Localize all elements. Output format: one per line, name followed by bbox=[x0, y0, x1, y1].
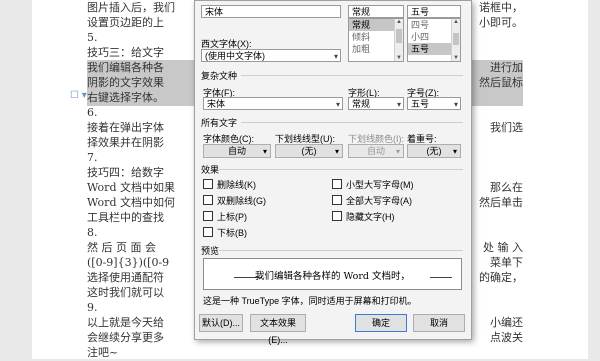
checkbox-icon[interactable] bbox=[332, 211, 342, 221]
document-line-right: 小即可。 bbox=[479, 16, 523, 29]
style-input[interactable]: 常规 bbox=[348, 5, 404, 18]
chevron-down-icon: ▾ bbox=[262, 147, 267, 156]
checkbox-icon[interactable] bbox=[203, 227, 213, 237]
checkbox-icon[interactable] bbox=[332, 195, 342, 205]
chevron-down-icon: ▾ bbox=[335, 100, 340, 109]
effect-label: 隐藏文字(H) bbox=[346, 212, 395, 222]
scroll-down-icon[interactable]: ▼ bbox=[395, 55, 403, 61]
document-line-right: 点波关 bbox=[490, 331, 523, 344]
default-button[interactable]: 默认(D)... bbox=[199, 314, 243, 332]
effect-label: 小型大写字母(M) bbox=[346, 180, 414, 190]
effects-heading: 效果 bbox=[201, 165, 220, 175]
emphasis-value: (无) bbox=[426, 146, 442, 156]
section-divider bbox=[241, 122, 463, 123]
preview-underline bbox=[430, 277, 452, 278]
all-text-heading: 所有文字 bbox=[201, 118, 238, 128]
font-color-select[interactable]: 自动 ▾ bbox=[203, 144, 271, 158]
preview-heading: 预览 bbox=[201, 246, 220, 256]
chevron-down-icon: ▾ bbox=[453, 100, 458, 109]
text-effects-button[interactable]: 文本效果(E)... bbox=[250, 314, 306, 345]
complex-style-value: 常规 bbox=[352, 99, 371, 109]
effect-checkbox[interactable]: 双删除线(G) bbox=[203, 195, 266, 207]
western-font-select[interactable]: (使用中文字体) ▾ bbox=[201, 49, 341, 62]
chinese-font-input[interactable]: 宋体 bbox=[201, 5, 341, 18]
size-listbox[interactable]: 四号 小四 五号 ▲ ▼ bbox=[407, 18, 461, 62]
underline-color-value: 自动 bbox=[366, 146, 385, 156]
chevron-down-icon: ▾ bbox=[333, 52, 338, 61]
effect-checkbox[interactable]: 删除线(K) bbox=[203, 179, 256, 191]
chevron-down-icon: ▾ bbox=[395, 147, 400, 156]
effect-label: 双删除线(G) bbox=[217, 196, 266, 206]
chevron-down-icon: ▾ bbox=[452, 147, 457, 156]
underline-type-value: (无) bbox=[301, 146, 317, 156]
effect-checkbox[interactable]: 全部大写字母(A) bbox=[332, 195, 412, 207]
document-line-right: 那么在 bbox=[490, 181, 523, 194]
ok-button[interactable]: 确定 bbox=[355, 314, 407, 332]
complex-script-heading: 复杂文种 bbox=[201, 71, 238, 81]
effect-label: 全部大写字母(A) bbox=[346, 196, 412, 206]
complex-size-select[interactable]: 五号 ▾ bbox=[407, 97, 461, 110]
document-line-right: 菜单下 bbox=[490, 256, 523, 269]
size-input[interactable]: 五号 bbox=[407, 5, 461, 18]
effect-checkbox[interactable]: 上标(P) bbox=[203, 211, 247, 223]
scroll-down-icon[interactable]: ▼ bbox=[452, 55, 460, 61]
preview-box: 我们编辑各种各样的 Word 文档时， bbox=[203, 258, 462, 290]
style-scrollbar[interactable]: ▲ ▼ bbox=[394, 19, 403, 61]
document-line-right: 然后单击 bbox=[479, 196, 523, 209]
size-value: 五号 bbox=[411, 7, 430, 17]
complex-font-select[interactable]: 宋体 ▾ bbox=[203, 97, 343, 110]
style-value: 常规 bbox=[352, 7, 371, 17]
underline-color-select: 自动 ▾ bbox=[348, 144, 404, 158]
document-line-right: 小编还 bbox=[490, 316, 523, 329]
effect-label: 下标(B) bbox=[217, 228, 247, 238]
complex-style-select[interactable]: 常规 ▾ bbox=[348, 97, 404, 110]
font-dialog: 宋体 常规 五号 常规 倾斜 加粗 ▲ ▼ 四号 小四 五号 ▲ ▼ 西文字体(X): (使… bbox=[194, 0, 472, 345]
document-line-right: 诺框中， bbox=[479, 1, 523, 14]
paragraph-layout-icon[interactable]: ☐ ▾ bbox=[70, 90, 87, 101]
checkbox-icon[interactable] bbox=[332, 179, 342, 189]
style-listbox[interactable]: 常规 倾斜 加粗 ▲ ▼ bbox=[348, 18, 404, 62]
section-divider bbox=[219, 169, 463, 170]
font-color-value: 自动 bbox=[227, 146, 246, 156]
emphasis-select[interactable]: (无) ▾ bbox=[407, 144, 461, 158]
checkbox-icon[interactable] bbox=[203, 179, 213, 189]
scroll-up-icon[interactable]: ▲ bbox=[452, 19, 460, 25]
preview-text: 我们编辑各种各样的 Word 文档时， bbox=[254, 271, 410, 282]
truetype-note: 这是一种 TrueType 字体，同时适用于屏幕和打印机。 bbox=[203, 296, 417, 306]
effect-label: 上标(P) bbox=[217, 212, 247, 222]
effect-label: 删除线(K) bbox=[217, 180, 256, 190]
section-divider bbox=[219, 250, 463, 251]
complex-font-value: 宋体 bbox=[207, 99, 226, 109]
document-line-right: 我们选 bbox=[490, 121, 523, 134]
effect-checkbox[interactable]: 小型大写字母(M) bbox=[332, 179, 414, 191]
complex-size-value: 五号 bbox=[411, 99, 430, 109]
chevron-down-icon: ▾ bbox=[396, 100, 401, 109]
checkbox-icon[interactable] bbox=[203, 195, 213, 205]
document-line-right: 然后鼠标 bbox=[479, 76, 523, 89]
document-line-right: 的确定， bbox=[479, 271, 523, 284]
effect-checkbox[interactable]: 下标(B) bbox=[203, 227, 247, 239]
underline-type-select[interactable]: (无) ▾ bbox=[275, 144, 343, 158]
chinese-font-value: 宋体 bbox=[205, 7, 224, 17]
chevron-down-icon: ▾ bbox=[334, 147, 339, 156]
cancel-button[interactable]: 取消 bbox=[413, 314, 465, 332]
western-font-value: (使用中文字体) bbox=[205, 51, 265, 61]
checkbox-icon[interactable] bbox=[203, 211, 213, 221]
size-scrollbar[interactable]: ▲ ▼ bbox=[451, 19, 460, 61]
section-divider bbox=[241, 75, 463, 76]
effect-checkbox[interactable]: 隐藏文字(H) bbox=[332, 211, 395, 223]
scroll-up-icon[interactable]: ▲ bbox=[395, 19, 403, 25]
document-line-right: 进行加 bbox=[490, 61, 523, 74]
document-line-right: 处 输 入 bbox=[483, 241, 523, 254]
